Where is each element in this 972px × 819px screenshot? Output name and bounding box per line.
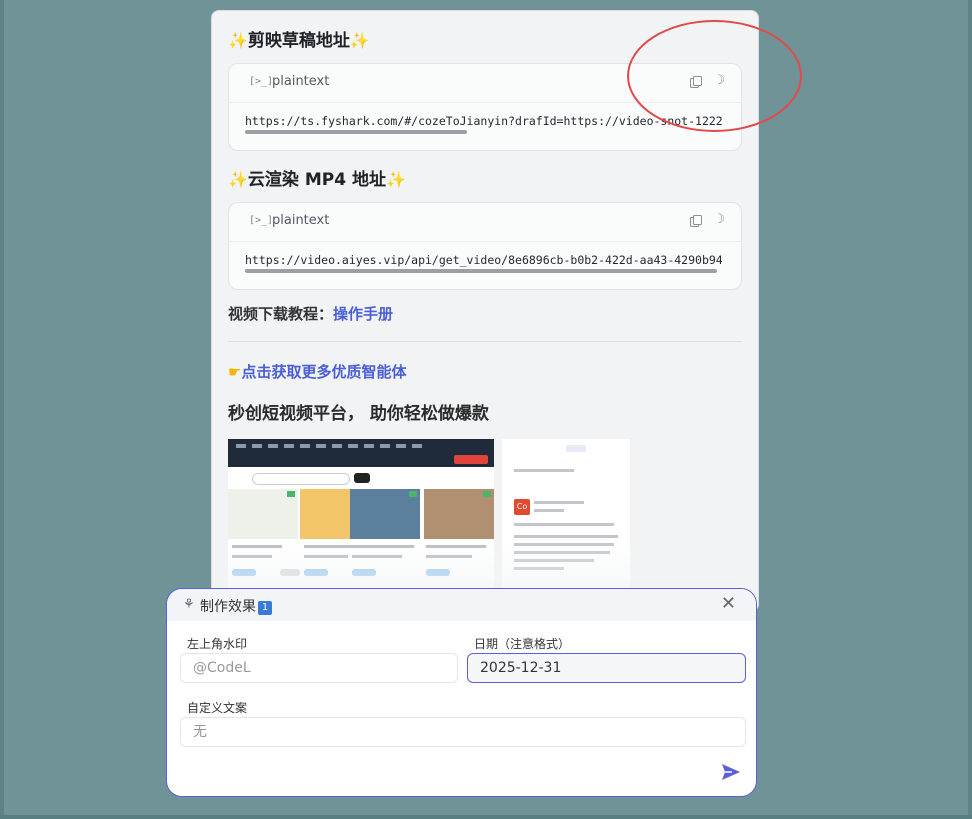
terminal-icon: [>_] xyxy=(249,215,274,226)
window-bottom-edge xyxy=(0,815,972,819)
agent-logo: Co xyxy=(514,499,530,515)
screenshot-navbar xyxy=(228,439,494,467)
dialog-number-badge: 1 xyxy=(258,601,272,615)
watermark-label: 左上角水印 xyxy=(187,637,248,651)
tutorial-label: 视频下载教程： xyxy=(228,305,334,323)
sparkle-icon: ✨ xyxy=(349,31,370,50)
date-label: 日期（注意格式） xyxy=(474,637,571,651)
theme-toggle-icon[interactable]: ☽ xyxy=(713,212,725,227)
section-title-text: 云渲染 MP4 地址 xyxy=(247,170,386,190)
code-language-label: plaintext xyxy=(272,74,330,89)
manual-link[interactable]: 操作手册 xyxy=(333,305,393,323)
send-icon[interactable] xyxy=(721,763,741,781)
magic-wand-icon: ⚘ xyxy=(183,597,195,612)
code-text: https://ts.fyshark.com/#/cozeToJianyin?d… xyxy=(245,114,723,128)
dialog-title-text: 制作效果 xyxy=(200,599,256,615)
custom-text-input[interactable]: 无 xyxy=(180,717,746,747)
section-title-render: ✨云渲染 MP4 地址✨ xyxy=(228,165,406,190)
code-block-mp4-url: [>_] plaintext ☽ https://video.aiyes.vip… xyxy=(228,202,742,290)
dialog-header: ⚘ 制作效果 1 ✕ xyxy=(167,589,756,621)
code-language-label: plaintext xyxy=(272,213,330,228)
window-edge-right xyxy=(968,0,972,819)
effect-settings-dialog: ⚘ 制作效果 1 ✕ 左上角水印 @CodeL 日期（注意格式） 2025-12-… xyxy=(166,588,757,797)
terminal-icon: [>_] xyxy=(249,76,274,87)
divider xyxy=(228,341,742,342)
tutorial-line: 视频下载教程：操作手册 xyxy=(228,303,393,324)
watermark-input[interactable]: @CodeL xyxy=(180,653,458,683)
code-text: https://video.aiyes.vip/api/get_video/8e… xyxy=(245,253,723,267)
annotation-highlight-circle xyxy=(627,20,802,132)
section-title-draft: ✨剪映草稿地址✨ xyxy=(228,26,370,51)
horizontal-scrollbar[interactable] xyxy=(245,269,717,273)
code-block-header: [>_] plaintext ☽ xyxy=(229,203,741,242)
custom-text-label: 自定义文案 xyxy=(187,701,248,715)
window-edge-left xyxy=(0,0,4,819)
section-title-text: 剪映草稿地址 xyxy=(247,31,350,51)
sparkle-icon: ✨ xyxy=(385,170,406,189)
promo-link[interactable]: ☛点击获取更多优质智能体 xyxy=(228,361,406,382)
dialog-title: 制作效果 1 xyxy=(200,596,272,616)
close-icon[interactable]: ✕ xyxy=(721,594,736,614)
date-input[interactable]: 2025-12-31 xyxy=(467,653,746,683)
sparkle-icon: ✨ xyxy=(228,170,248,189)
copy-icon[interactable] xyxy=(690,215,702,227)
horizontal-scrollbar[interactable] xyxy=(245,130,467,134)
promo-link-text[interactable]: 点击获取更多优质智能体 xyxy=(241,363,406,381)
platform-tagline: 秒创短视频平台， 助你轻松做爆款 xyxy=(228,404,489,424)
sparkle-icon: ✨ xyxy=(228,31,248,50)
pointing-hand-icon: ☛ xyxy=(228,363,242,381)
